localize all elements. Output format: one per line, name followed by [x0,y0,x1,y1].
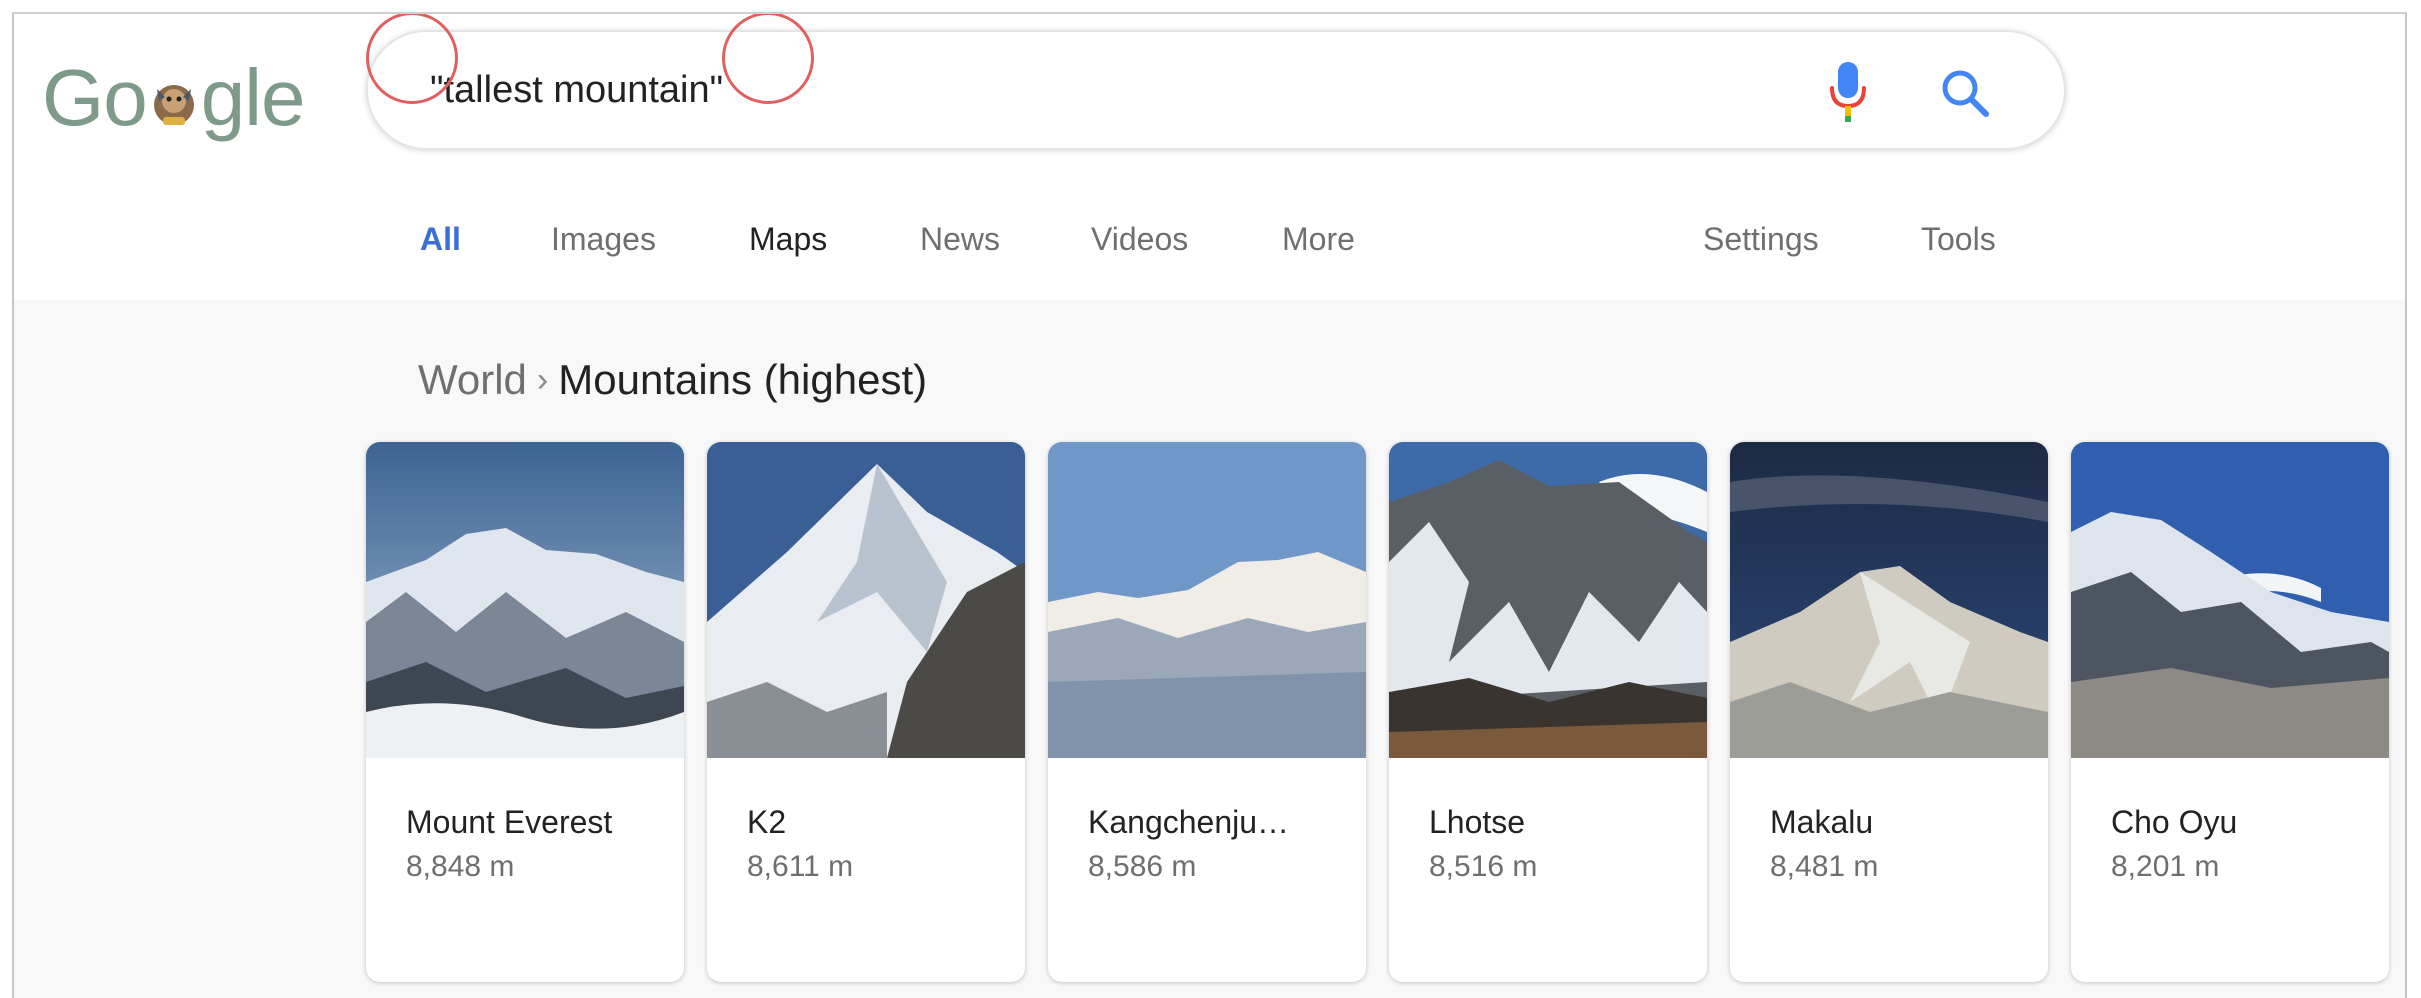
mountain-height: 8,586 m [1088,850,1197,883]
search-box[interactable]: "tallest mountain" [366,30,2066,150]
mountain-name: Makalu [1770,804,1874,840]
search-icon[interactable] [1938,66,1992,120]
logo-text-left: Go [42,53,148,142]
logo-text-right: gle [200,53,306,142]
tab-all[interactable]: All [420,214,461,264]
mountain-image [707,442,1025,758]
mountain-name: Cho Oyu [2111,804,2238,840]
tab-more[interactable]: More [1282,214,1355,264]
breadcrumb-current: Mountains (highest) [558,356,928,403]
tab-news[interactable]: News [920,214,1000,264]
breadcrumb: World › Mountains (highest) [418,350,927,413]
mountain-height: 8,481 m [1770,850,1879,883]
tab-images[interactable]: Images [551,214,656,264]
mountain-card[interactable]: Kangchenju… 8,586 m [1048,442,1366,982]
mountain-card[interactable]: Cho Oyu 8,201 m [2071,442,2389,982]
google-logo[interactable]: Go gle [42,50,306,146]
mountain-height: 8,201 m [2111,850,2220,883]
mountain-image [2071,442,2389,758]
doodle-icon [153,85,194,125]
browser-frame: Go gle "tallest mountain" All Images Map… [12,12,2407,998]
tab-maps[interactable]: Maps [749,214,827,264]
microphone-icon[interactable] [1824,58,1872,126]
breadcrumb-separator: › [536,361,549,399]
mountain-image [1389,442,1707,758]
mountain-image [1730,442,2048,758]
mountain-card[interactable]: K2 8,611 m [707,442,1025,982]
mountain-card[interactable]: Lhotse 8,516 m [1389,442,1707,982]
mountain-name: Mount Everest [406,804,613,840]
search-tabs: All Images Maps News Videos More Setting… [14,214,2405,264]
mountain-name: Kangchenju… [1088,804,1290,840]
mountain-image [1048,442,1366,758]
mountain-height: 8,848 m [406,850,515,883]
search-input[interactable]: "tallest mountain" [430,64,723,116]
tab-settings[interactable]: Settings [1703,214,1819,264]
mountain-height: 8,516 m [1429,850,1538,883]
mountain-height: 8,611 m [747,850,854,883]
tab-tools[interactable]: Tools [1921,214,1996,264]
mountain-card[interactable]: Mount Everest 8,848 m [366,442,684,982]
breadcrumb-parent[interactable]: World [418,356,527,403]
search-header: Go gle "tallest mountain" All Images Map… [14,14,2405,300]
tab-videos[interactable]: Videos [1091,214,1188,264]
mountain-image [366,442,684,758]
mountain-name: K2 [747,804,787,840]
mountain-name: Lhotse [1429,804,1526,840]
mountain-card[interactable]: Makalu 8,481 m [1730,442,2048,982]
